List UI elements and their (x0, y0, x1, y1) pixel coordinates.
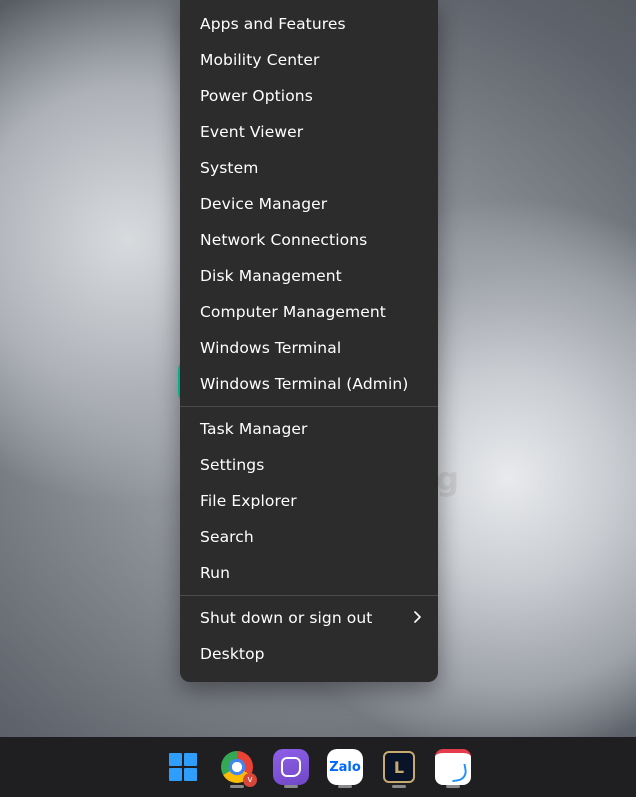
menu-label: Settings (200, 456, 264, 474)
menu-label: Shut down or sign out (200, 609, 372, 627)
menu-item-task-manager[interactable]: Task Manager (180, 411, 438, 447)
taskbar-chrome[interactable]: v (215, 745, 259, 789)
menu-item-power-options[interactable]: Power Options (180, 78, 438, 114)
viber-icon (273, 749, 309, 785)
menu-label: Device Manager (200, 195, 327, 213)
menu-item-search[interactable]: Search (180, 519, 438, 555)
chrome-icon: v (221, 751, 253, 783)
zalo-icon: Zalo (327, 749, 363, 785)
menu-label: Power Options (200, 87, 313, 105)
menu-item-run[interactable]: Run (180, 555, 438, 591)
menu-label: Apps and Features (200, 15, 346, 33)
menu-label: Network Connections (200, 231, 367, 249)
menu-label: File Explorer (200, 492, 297, 510)
winx-context-menu: Apps and Features Mobility Center Power … (180, 0, 438, 682)
running-indicator (284, 785, 298, 788)
taskbar-viber[interactable] (269, 745, 313, 789)
menu-label: Mobility Center (200, 51, 319, 69)
menu-item-system[interactable]: System (180, 150, 438, 186)
league-icon: L (383, 751, 415, 783)
menu-label: Search (200, 528, 254, 546)
menu-item-file-explorer[interactable]: File Explorer (180, 483, 438, 519)
menu-item-event-viewer[interactable]: Event Viewer (180, 114, 438, 150)
running-indicator (338, 785, 352, 788)
menu-label: Task Manager (200, 420, 308, 438)
running-indicator (230, 785, 244, 788)
menu-item-settings[interactable]: Settings (180, 447, 438, 483)
windows-logo-icon (169, 753, 197, 781)
taskbar-zalo[interactable]: Zalo (323, 745, 367, 789)
menu-divider (180, 406, 438, 407)
menu-divider (180, 595, 438, 596)
menu-label: Computer Management (200, 303, 386, 321)
running-indicator (392, 785, 406, 788)
menu-item-windows-terminal-admin[interactable]: Windows Terminal (Admin) (180, 366, 438, 402)
menu-label: Disk Management (200, 267, 342, 285)
menu-label: System (200, 159, 258, 177)
menu-item-desktop[interactable]: Desktop (180, 636, 438, 672)
menu-item-apps-features[interactable]: Apps and Features (180, 6, 438, 42)
menu-item-device-manager[interactable]: Device Manager (180, 186, 438, 222)
running-indicator (446, 785, 460, 788)
menu-label: Windows Terminal (Admin) (200, 375, 408, 393)
menu-item-network-connections[interactable]: Network Connections (180, 222, 438, 258)
taskbar: v Zalo L (0, 737, 636, 797)
menu-item-mobility-center[interactable]: Mobility Center (180, 42, 438, 78)
menu-item-windows-terminal[interactable]: Windows Terminal (180, 330, 438, 366)
chevron-right-icon (414, 609, 422, 627)
chrome-badge: v (243, 773, 257, 787)
taskbar-league[interactable]: L (377, 745, 421, 789)
menu-item-shut-down-or-sign-out[interactable]: Shut down or sign out (180, 600, 438, 636)
taskbar-snipping-tool[interactable] (431, 745, 475, 789)
menu-label: Desktop (200, 645, 265, 663)
desktop-wallpaper: Quantrimang Apps and Features Mobility C… (0, 0, 636, 797)
menu-label: Run (200, 564, 230, 582)
menu-item-computer-management[interactable]: Computer Management (180, 294, 438, 330)
menu-label: Event Viewer (200, 123, 303, 141)
taskbar-start-button[interactable] (161, 745, 205, 789)
menu-label: Windows Terminal (200, 339, 341, 357)
menu-item-disk-management[interactable]: Disk Management (180, 258, 438, 294)
snipping-tool-icon (435, 749, 471, 785)
